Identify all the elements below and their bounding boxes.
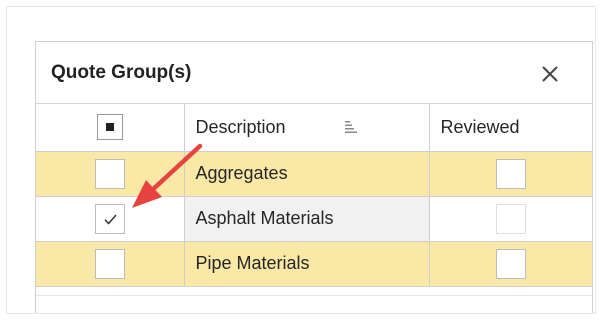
select-cell [36,240,185,287]
reviewed-cell [428,195,592,242]
select-all-checkbox[interactable] [96,114,123,141]
row-description: Asphalt Materials [195,208,334,228]
select-cell [36,195,185,242]
select-all-header [36,104,185,152]
reviewed-cell [428,240,592,287]
row-select-checkbox[interactable] [94,203,125,234]
row-description: Pipe Materials [195,253,310,273]
grid-header-row: Description Reviewed [36,104,592,152]
table-row[interactable]: Asphalt Materials [36,195,592,242]
sort-icon[interactable] [343,119,359,135]
reviewed-header-label: Reviewed [440,116,520,137]
quote-groups-panel: Quote Group(s) Description Reviewed Aggr… [35,41,593,313]
table-row[interactable]: Aggregates [36,150,592,197]
row-description: Aggregates [195,163,288,183]
description-header[interactable]: Description [183,104,430,152]
panel-header: Quote Group(s) [36,42,592,104]
row-select-checkbox[interactable] [94,158,125,189]
close-icon [542,66,558,82]
indeterminate-mark [105,123,114,132]
table-row[interactable]: Pipe Materials [36,240,592,287]
outer-frame: Quote Group(s) Description Reviewed Aggr… [6,6,596,314]
quote-groups-grid: Description Reviewed Aggregates Asphalt … [36,104,592,287]
reviewed-cell [428,150,592,197]
reviewed-header[interactable]: Reviewed [428,104,592,152]
close-button[interactable] [536,60,564,88]
grid-empty-area-divider [36,295,592,296]
description-cell[interactable]: Pipe Materials [183,240,430,287]
reviewed-checkbox[interactable] [495,158,526,189]
row-select-checkbox[interactable] [94,248,125,279]
description-cell[interactable]: Asphalt Materials [183,195,430,242]
description-header-label: Description [195,116,286,137]
panel-title: Quote Group(s) [51,62,192,83]
select-cell [36,150,185,197]
checkmark-icon [104,214,117,225]
reviewed-checkbox[interactable] [495,248,526,279]
description-cell[interactable]: Aggregates [183,150,430,197]
reviewed-checkbox[interactable] [495,203,526,234]
